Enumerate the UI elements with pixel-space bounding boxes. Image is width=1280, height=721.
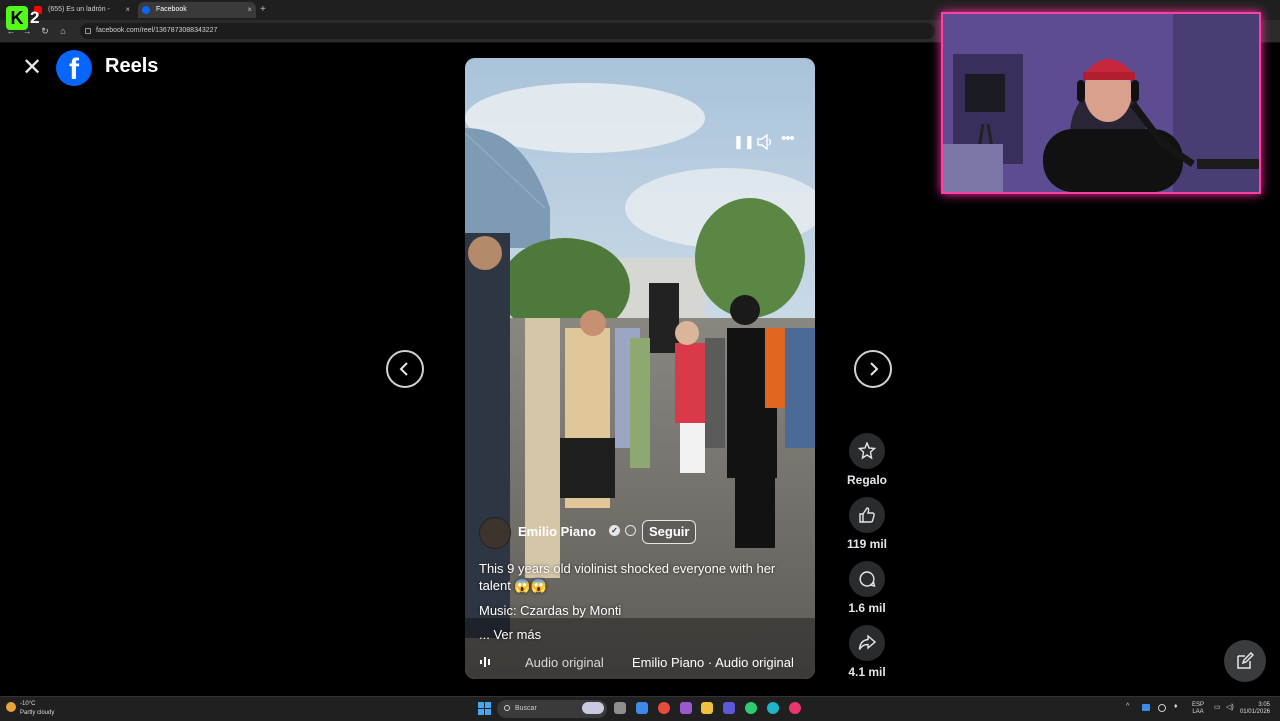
gift-icon	[858, 442, 876, 460]
comment-count: 1.6 mil	[848, 601, 886, 615]
audio-wave-icon	[480, 657, 490, 667]
like-icon	[859, 507, 875, 523]
new-tab-button[interactable]: +	[260, 2, 266, 18]
search-placeholder: Buscar	[515, 705, 537, 712]
pause-icon[interactable]: ❚❚	[733, 134, 755, 150]
search-icon	[504, 705, 510, 711]
share-icon	[858, 634, 876, 650]
widget-icon[interactable]	[582, 702, 604, 714]
audio-bar[interactable]: Audio original Emilio Piano · Audio orig…	[479, 655, 809, 671]
clock-time: 3:05	[1258, 702, 1270, 708]
chrome-icon[interactable]	[658, 702, 670, 714]
webcam-feed-image	[943, 14, 1259, 192]
clock[interactable]: 3:05 01/01/2026	[1238, 702, 1270, 716]
verified-badge-icon: ✓	[609, 525, 620, 536]
next-reel-button[interactable]	[854, 350, 892, 388]
reel-video[interactable]: ❚❚ ••• Emilio Piano ✓ Seguir This 9 year…	[465, 58, 815, 679]
browser-icon[interactable]	[767, 702, 779, 714]
share-count: 4.1 mil	[848, 665, 886, 679]
previous-reel-button[interactable]	[386, 350, 424, 388]
discord-icon[interactable]	[723, 702, 735, 714]
reel-caption: This 9 years old violinist shocked every…	[479, 561, 776, 593]
stream-badge-count: 2	[30, 8, 40, 27]
stream-overlay-badge: K 2	[6, 6, 46, 30]
tray-app-icon[interactable]: ♦	[1174, 703, 1178, 710]
task-view-icon[interactable]	[614, 702, 626, 714]
network-icon[interactable]: ▭	[1214, 703, 1221, 711]
author-name[interactable]: Emilio Piano	[518, 524, 596, 539]
close-tab-icon[interactable]: ×	[125, 2, 130, 18]
tab-label: Facebook	[156, 6, 187, 13]
chevron-up-icon[interactable]: ^	[1126, 703, 1129, 710]
tab-facebook[interactable]: Facebook ×	[138, 2, 256, 18]
reel-music-credit: Music: Czardas by Monti	[479, 603, 622, 618]
home-icon[interactable]: ⌂	[56, 24, 70, 38]
edge-icon[interactable]	[636, 702, 648, 714]
more-options-icon[interactable]: •••	[781, 130, 795, 147]
gift-button[interactable]: Regalo	[837, 433, 897, 487]
compose-button[interactable]	[1224, 640, 1266, 682]
file-explorer-icon[interactable]	[701, 702, 713, 714]
os-taskbar: -10°C Partly cloudy Buscar ^ ♦ ESP LAA ▭…	[0, 696, 1280, 721]
weather-description: Partly cloudy	[20, 710, 55, 716]
keyboard-layout: LAA	[1192, 709, 1204, 715]
weather-temp: -10°C	[20, 701, 36, 707]
globe-icon	[625, 525, 636, 536]
app-icon[interactable]	[680, 702, 692, 714]
tray-app-icon[interactable]	[1158, 704, 1166, 712]
volume-icon[interactable]: ◁)	[1226, 703, 1234, 711]
site-info-icon[interactable]	[85, 28, 91, 34]
like-button[interactable]: 119 mil	[837, 497, 897, 551]
gift-label: Regalo	[846, 473, 887, 487]
audio-credit: Emilio Piano · Audio original	[632, 655, 794, 670]
page-title: Reels	[105, 55, 159, 77]
close-tab-icon[interactable]: ×	[247, 2, 252, 18]
see-more-link[interactable]: ... Ver más	[479, 626, 541, 643]
audio-label: Audio original	[525, 655, 604, 670]
facebook-logo-icon[interactable]: f	[56, 50, 92, 86]
kick-logo-icon: K	[6, 6, 28, 30]
url-text: facebook.com/reel/1367873088343227	[96, 27, 218, 34]
volume-icon[interactable]	[756, 133, 774, 153]
clock-date: 01/01/2026	[1239, 709, 1270, 715]
share-button[interactable]: 4.1 mil	[837, 625, 897, 679]
comment-button[interactable]: 1.6 mil	[837, 561, 897, 615]
chevron-left-icon	[399, 362, 408, 376]
chevron-right-icon	[870, 362, 879, 376]
weather-icon	[6, 702, 16, 712]
close-icon[interactable]: ✕	[20, 56, 44, 80]
whatsapp-icon[interactable]	[745, 702, 757, 714]
url-field[interactable]: facebook.com/reel/1367873088343227	[80, 23, 935, 39]
edit-icon	[1237, 652, 1254, 669]
facebook-favicon-icon	[142, 6, 150, 14]
tray-app-icon[interactable]	[1142, 704, 1150, 711]
system-tray: ^ ♦ ESP LAA ▭ ◁) 3:05 01/01/2026	[1120, 701, 1280, 717]
media-app-icon[interactable]	[789, 702, 801, 714]
language-code: ESP	[1192, 702, 1205, 708]
follow-button[interactable]: Seguir	[642, 520, 697, 544]
avatar[interactable]	[479, 517, 511, 549]
like-count: 119 mil	[846, 537, 888, 551]
webcam-overlay	[941, 12, 1261, 194]
comment-icon	[859, 571, 876, 587]
language-indicator[interactable]: ESP LAA	[1192, 702, 1204, 716]
start-button[interactable]	[478, 702, 492, 716]
